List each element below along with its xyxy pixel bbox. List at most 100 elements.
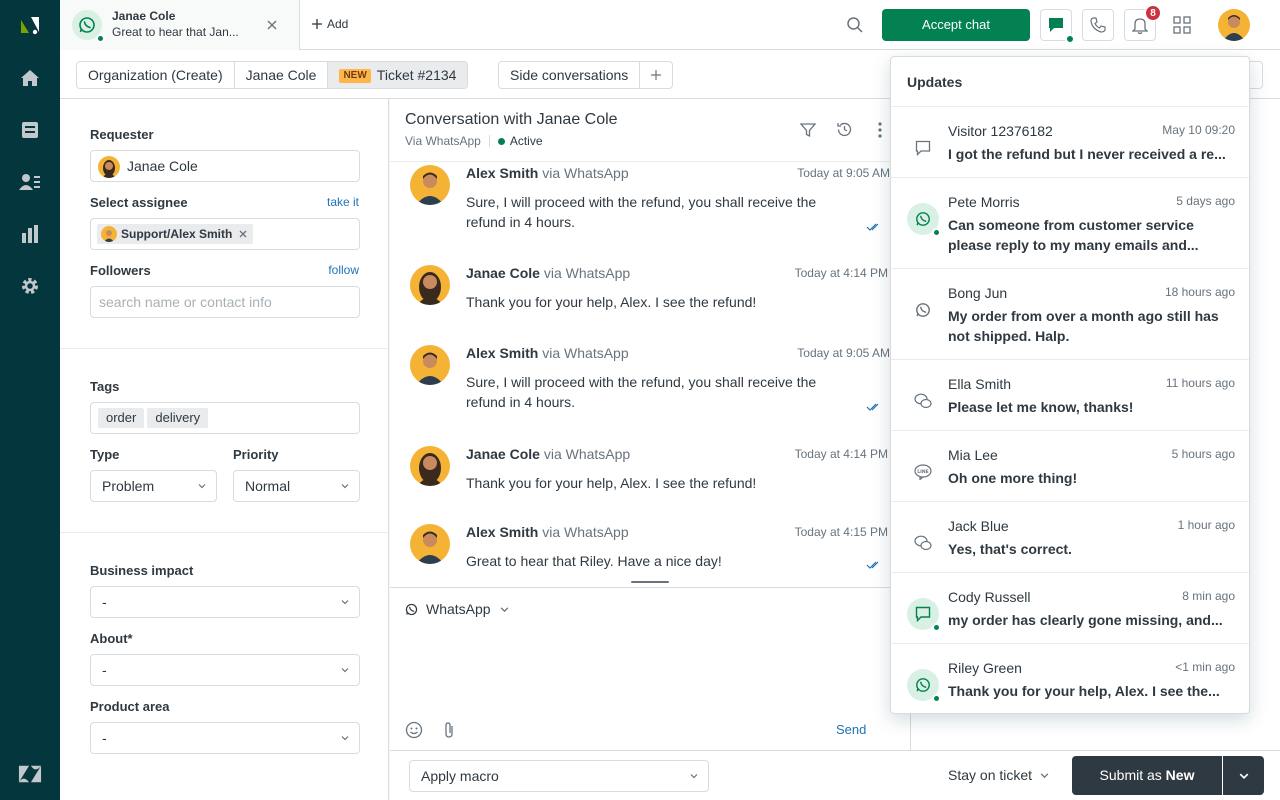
assignee-field[interactable]: Support/Alex Smith bbox=[90, 218, 360, 250]
status-text: Active bbox=[509, 134, 543, 148]
sender-channel: via WhatsApp bbox=[543, 265, 631, 281]
submit-button[interactable]: Submit as New bbox=[1072, 756, 1222, 795]
update-item[interactable]: Riley Green <1 min ago Thank you for you… bbox=[891, 643, 1249, 713]
conversation-meta: Via WhatsApp Active bbox=[405, 134, 543, 148]
take-it-link[interactable]: take it bbox=[327, 195, 359, 209]
attachment-icon[interactable] bbox=[443, 721, 455, 742]
sender-name: Janae Cole bbox=[466, 446, 540, 462]
requester-field[interactable]: Janae Cole bbox=[90, 150, 360, 182]
update-item[interactable]: LINE Mia Lee 5 hours ago Oh one more thi… bbox=[891, 430, 1249, 501]
update-item[interactable]: Ella Smith 11 hours ago Please let me kn… bbox=[891, 359, 1249, 430]
add-side-conversation-button[interactable] bbox=[640, 62, 672, 88]
message-item: Alex Smith via WhatsApp Today at 4:15 PM… bbox=[390, 524, 890, 584]
svg-text:LINE: LINE bbox=[917, 469, 928, 475]
chat-status-button[interactable] bbox=[1040, 9, 1075, 44]
about-select[interactable]: - bbox=[90, 654, 360, 686]
read-receipt-icon bbox=[866, 223, 879, 231]
update-item[interactable]: Pete Morris 5 days ago Can someone from … bbox=[891, 177, 1249, 268]
apply-macro-select[interactable]: Apply macro bbox=[409, 760, 709, 792]
tags-field[interactable]: order delivery bbox=[90, 402, 360, 434]
business-impact-select[interactable]: - bbox=[90, 586, 360, 618]
product-area-label: Product area bbox=[90, 699, 170, 714]
accept-chat-button[interactable]: Accept chat bbox=[882, 9, 1030, 41]
message-text: Thank you for your help, Alex. I see the… bbox=[466, 475, 757, 491]
crumb-requester[interactable]: Janae Cole bbox=[235, 62, 329, 88]
update-time: May 10 09:20 bbox=[1162, 123, 1235, 137]
zendesk-logo-icon[interactable] bbox=[18, 12, 42, 36]
update-name: Mia Lee bbox=[948, 447, 998, 463]
channel-name: WhatsApp bbox=[426, 601, 491, 617]
search-icon[interactable] bbox=[846, 16, 864, 37]
channel-label: Via WhatsApp bbox=[405, 134, 481, 148]
update-text: Thank you for your help, Alex. I see the… bbox=[948, 683, 1220, 699]
zendesk-footer-logo-icon[interactable] bbox=[18, 762, 42, 786]
followers-placeholder: search name or contact info bbox=[99, 294, 272, 310]
user-avatar[interactable] bbox=[1218, 9, 1250, 41]
add-tab-button[interactable]: Add bbox=[312, 17, 348, 31]
side-conversations-tab[interactable]: Side conversations bbox=[499, 62, 641, 88]
wechat-icon bbox=[907, 385, 939, 417]
update-text: Yes, that's correct. bbox=[948, 541, 1072, 557]
chevron-down-icon bbox=[341, 736, 349, 741]
crumb-organization[interactable]: Organization (Create) bbox=[77, 62, 235, 88]
update-item[interactable]: Jack Blue 1 hour ago Yes, that's correct… bbox=[891, 501, 1249, 572]
conversation-title: Conversation with Janae Cole bbox=[405, 111, 618, 128]
divider bbox=[60, 348, 389, 349]
home-icon[interactable] bbox=[18, 66, 42, 90]
send-button[interactable]: Send bbox=[836, 722, 866, 737]
notifications-button[interactable]: 8 bbox=[1124, 5, 1161, 41]
assignee-chip: Support/Alex Smith bbox=[97, 224, 254, 244]
whatsapp-icon bbox=[907, 669, 941, 703]
update-time: <1 min ago bbox=[1175, 660, 1235, 674]
assignee-label: Select assignee bbox=[90, 195, 188, 210]
message-time: Today at 4:14 PM bbox=[794, 266, 888, 280]
update-name: Cody Russell bbox=[948, 589, 1031, 605]
views-icon[interactable] bbox=[18, 118, 42, 142]
submit-options-button[interactable] bbox=[1223, 756, 1264, 795]
tab-title: Janae Cole bbox=[112, 9, 176, 23]
sender-name: Alex Smith bbox=[466, 524, 539, 540]
product-area-value: - bbox=[102, 730, 107, 746]
tag-chip[interactable]: delivery bbox=[147, 408, 209, 428]
ticket-tab[interactable]: Janae Cole Great to hear that Jan... bbox=[60, 0, 300, 50]
chevron-down-icon bbox=[341, 600, 349, 605]
type-select[interactable]: Problem bbox=[90, 470, 217, 502]
resize-handle[interactable] bbox=[631, 581, 669, 583]
filter-icon[interactable] bbox=[799, 122, 817, 141]
channel-switcher[interactable]: WhatsApp bbox=[405, 601, 509, 617]
admin-gear-icon[interactable] bbox=[18, 274, 42, 298]
tag-chip[interactable]: order bbox=[98, 408, 145, 428]
update-name: Visitor 12376182 bbox=[948, 123, 1053, 139]
product-area-select[interactable]: - bbox=[90, 722, 360, 754]
message-time: Today at 9:05 AM bbox=[797, 166, 890, 180]
update-time: 5 hours ago bbox=[1171, 447, 1235, 461]
divider bbox=[390, 161, 910, 162]
apps-grid-icon[interactable] bbox=[1173, 16, 1191, 37]
chevron-down-icon bbox=[500, 606, 508, 612]
more-options-icon[interactable] bbox=[878, 122, 882, 141]
message-input[interactable] bbox=[405, 628, 895, 708]
history-icon[interactable] bbox=[836, 121, 853, 141]
updates-title: Updates bbox=[907, 74, 963, 90]
priority-label: Priority bbox=[233, 447, 279, 462]
chevron-down-icon bbox=[198, 484, 206, 489]
stay-on-ticket-select[interactable]: Stay on ticket bbox=[948, 767, 1049, 783]
update-item[interactable]: Visitor 12376182 May 10 09:20 I got the … bbox=[891, 106, 1249, 177]
update-item[interactable]: Cody Russell 8 min ago my order has clea… bbox=[891, 572, 1249, 643]
reporting-icon[interactable] bbox=[18, 222, 42, 246]
submit-status: New bbox=[1165, 767, 1195, 783]
close-tab-icon[interactable] bbox=[267, 17, 277, 33]
follow-link[interactable]: follow bbox=[328, 263, 359, 277]
priority-select[interactable]: Normal bbox=[233, 470, 360, 502]
customers-icon[interactable] bbox=[18, 170, 42, 194]
message-text: Sure, I will proceed with the refund, yo… bbox=[466, 374, 817, 410]
phone-button[interactable] bbox=[1082, 9, 1114, 41]
followers-field[interactable]: search name or contact info bbox=[90, 286, 360, 318]
agent-avatar bbox=[410, 165, 450, 205]
remove-assignee-icon[interactable] bbox=[239, 230, 247, 238]
emoji-icon[interactable] bbox=[405, 721, 423, 742]
updates-panel: Updates Visitor 12376182 May 10 09:20 I … bbox=[890, 56, 1250, 714]
read-receipt-icon bbox=[866, 403, 879, 411]
update-item[interactable]: Bong Jun 18 hours ago My order from over… bbox=[891, 268, 1249, 359]
crumb-ticket[interactable]: NEW Ticket #2134 bbox=[328, 62, 468, 88]
